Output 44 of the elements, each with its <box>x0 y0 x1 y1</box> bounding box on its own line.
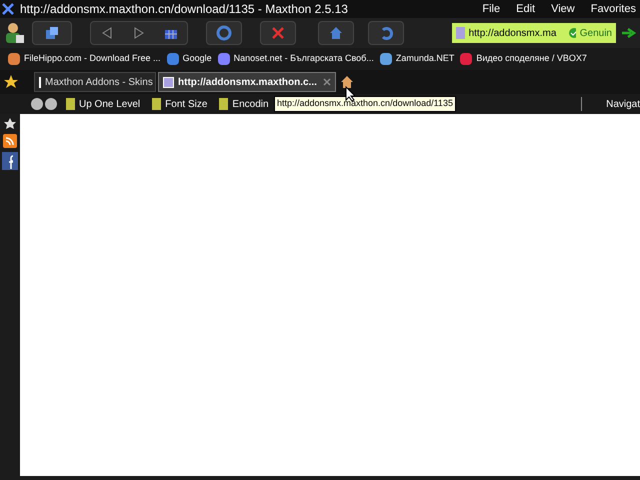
star-icon[interactable] <box>4 118 16 130</box>
app-logo-icon <box>2 3 16 15</box>
user-icon[interactable] <box>4 21 26 45</box>
bookmark-link[interactable]: FileHippo.com - Download Free ... <box>8 52 161 66</box>
toolbar-button[interactable]: Up One Level <box>66 96 140 112</box>
close-icon <box>271 26 285 40</box>
star-icon[interactable] <box>4 75 18 89</box>
close-icon[interactable] <box>323 78 331 86</box>
bookmark-link[interactable]: Zamunda.NET <box>380 52 454 66</box>
home-button[interactable] <box>318 21 354 45</box>
bookmark-link[interactable]: Nanoset.net - Българската Своб... <box>218 52 374 66</box>
refresh-icon <box>216 25 232 41</box>
menu-item[interactable]: View <box>551 0 575 18</box>
window-title: http://addonsmx.maxthon.cn/download/1135 - Maxthon 2.5.13 <box>20 1 348 18</box>
refresh-button[interactable] <box>206 21 242 45</box>
address-bar[interactable]: http://addonsmx.ma Genuin <box>452 23 616 43</box>
go-arrow-icon[interactable] <box>622 28 636 38</box>
undo-icon <box>379 26 393 40</box>
facebook-icon[interactable] <box>2 152 18 170</box>
zoom-buttons-icon[interactable] <box>30 97 58 111</box>
forward-arrow-icon <box>133 27 145 39</box>
rss-icon[interactable] <box>3 134 17 148</box>
navigation-button[interactable]: Navigat <box>590 96 640 112</box>
address-field[interactable]: http://addonsmx.ma <box>468 26 565 40</box>
tab[interactable]: Maxthon Addons - Skins <box>34 72 156 92</box>
new-window-button[interactable] <box>32 21 72 45</box>
bookmark-link[interactable]: Видео споделяне / VBOX7 <box>460 52 587 66</box>
check-shield-icon <box>568 28 576 38</box>
back-arrow-icon <box>101 27 113 39</box>
genuine-label: Genuin <box>580 26 612 40</box>
menu-item[interactable]: Edit <box>516 0 536 18</box>
undo-button[interactable] <box>368 21 404 45</box>
page-icon <box>456 27 465 39</box>
stop-button[interactable] <box>260 21 296 45</box>
bookmark-link[interactable]: Google <box>166 52 212 66</box>
windows-icon <box>45 26 59 40</box>
tab[interactable]: http://addonsmx.maxthon.c... <box>158 72 336 92</box>
toolbar-button[interactable]: Font Size <box>152 96 208 112</box>
menu-item[interactable]: File <box>482 0 500 18</box>
url-tooltip: http://addonsmx.maxthon.cn/download/1135 <box>274 96 456 112</box>
toolbar-button[interactable]: Encodin <box>219 96 269 112</box>
home-icon <box>329 26 343 40</box>
home-icon[interactable] <box>340 75 354 89</box>
menu-item[interactable]: Favorites <box>590 0 636 18</box>
